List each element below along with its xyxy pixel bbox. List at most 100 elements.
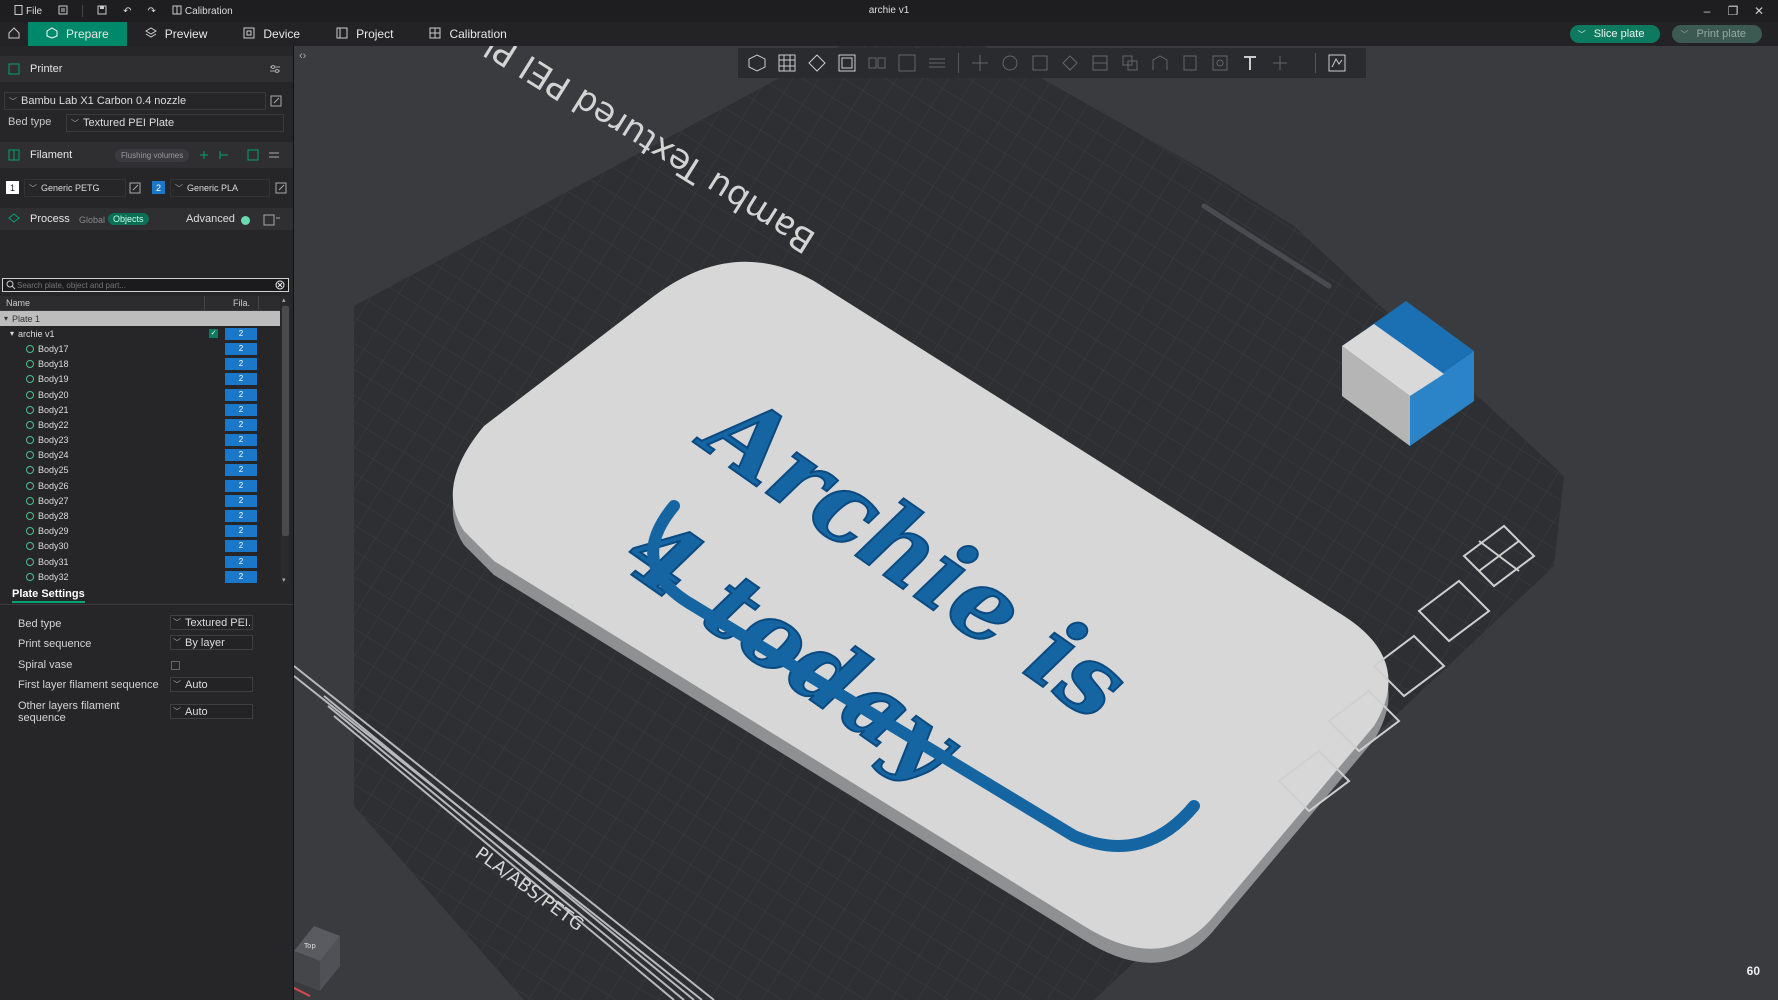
printer-select[interactable]: ﹀ Bambu Lab X1 Carbon 0.4 nozzle [4, 92, 266, 110]
tree-body-row[interactable]: Body30 2 [0, 539, 280, 554]
ps-first-layer-select[interactable]: ﹀ Auto [170, 677, 253, 692]
file-menu[interactable]: File [8, 0, 48, 22]
tab-preview[interactable]: Preview [127, 22, 226, 46]
scene-canvas[interactable]: Bambu Textured PEI Plate PLA/ABS/PETG Ar… [294, 46, 1778, 1000]
scroll-thumb[interactable] [282, 306, 289, 536]
plate-settings-tab[interactable]: Plate Settings [0, 587, 293, 605]
body-filament-chip[interactable]: 2 [225, 388, 257, 401]
chevron-down-icon[interactable]: ﹀ [1578, 29, 1586, 40]
process-global-tab[interactable]: Global [79, 215, 105, 225]
body-filament-chip[interactable]: 2 [225, 342, 257, 355]
redo-button[interactable]: ↷ [142, 0, 162, 22]
auto-orient-icon[interactable] [804, 52, 830, 74]
edit-printer-icon[interactable] [270, 95, 282, 107]
clear-search-icon[interactable] [275, 280, 285, 293]
collapse-arrow-icon[interactable]: ▾ [4, 314, 8, 323]
body-filament-chip[interactable]: 2 [225, 434, 257, 447]
scroll-down-icon[interactable]: ▾ [282, 576, 286, 584]
edit-filament-1-icon[interactable] [129, 182, 141, 194]
move-icon[interactable] [967, 52, 993, 74]
undo-button[interactable]: ↶ [117, 0, 137, 22]
tree-body-row[interactable]: Body25 2 [0, 463, 280, 478]
home-button[interactable] [0, 22, 28, 46]
checkbox-icon[interactable]: ✓ [209, 329, 218, 339]
printer-settings-icon[interactable] [269, 63, 281, 78]
calibration-menu[interactable]: Calibration [166, 0, 239, 22]
edit-filament-2-icon[interactable] [275, 182, 287, 194]
bed-type-select[interactable]: ﹀ Textured PEI Plate [66, 114, 284, 132]
menu-button[interactable] [52, 0, 74, 22]
tree-body-row[interactable]: Body22 2 [0, 417, 280, 432]
object-filament-chip[interactable]: 2 [225, 327, 257, 340]
lay-on-face-icon[interactable] [1057, 52, 1083, 74]
support-paint-icon[interactable] [1147, 52, 1173, 74]
grid-icon[interactable] [774, 52, 800, 74]
flushing-volumes-button[interactable]: Flushing volumes [115, 149, 190, 162]
body-filament-chip[interactable]: 2 [225, 510, 257, 523]
body-filament-chip[interactable]: 2 [225, 358, 257, 371]
scroll-up-icon[interactable]: ▴ [282, 296, 286, 304]
col-fila-header[interactable]: Fila. [233, 298, 250, 308]
tree-body-row[interactable]: Body19 2 [0, 372, 280, 387]
remove-filament-icon[interactable] [218, 149, 230, 161]
tab-prepare[interactable]: Prepare [28, 22, 127, 46]
tree-body-row[interactable]: Body26 2 [0, 478, 280, 493]
color-paint-icon[interactable] [1207, 52, 1233, 74]
text-tool-icon[interactable] [1237, 52, 1263, 74]
body-filament-chip[interactable]: 2 [225, 525, 257, 538]
tree-body-row[interactable]: Body21 2 [0, 402, 280, 417]
cut-icon[interactable] [1087, 52, 1113, 74]
search-input[interactable] [3, 279, 269, 291]
add-object-icon[interactable] [744, 52, 770, 74]
mesh-boolean-icon[interactable] [1117, 52, 1143, 74]
tree-body-row[interactable]: Body29 2 [0, 524, 280, 539]
tree-body-row[interactable]: Body28 2 [0, 508, 280, 523]
body-filament-chip[interactable]: 2 [225, 403, 257, 416]
measure-icon[interactable] [1267, 52, 1293, 74]
body-filament-chip[interactable]: 2 [225, 540, 257, 553]
ps-bed-type-select[interactable]: ﹀ Textured PEI... [170, 615, 253, 630]
filament-slot-2-select[interactable]: ﹀ Generic PLA [170, 179, 270, 197]
sync-filament-icon[interactable] [247, 149, 259, 161]
tree-body-row[interactable]: Body18 2 [0, 357, 280, 372]
tree-body-row[interactable]: Body24 2 [0, 448, 280, 463]
tab-device[interactable]: Device [225, 22, 318, 46]
body-filament-chip[interactable]: 2 [225, 494, 257, 507]
minimize-icon[interactable]: – [1694, 4, 1720, 18]
close-icon[interactable]: ✕ [1746, 4, 1772, 18]
tree-body-row[interactable]: Body17 2 [0, 341, 280, 356]
rotate-icon[interactable] [997, 52, 1023, 74]
body-filament-chip[interactable]: 2 [225, 555, 257, 568]
chevron-down-icon[interactable]: ﹀ [1680, 29, 1688, 40]
body-filament-chip[interactable]: 2 [225, 464, 257, 477]
body-filament-chip[interactable]: 2 [225, 570, 257, 583]
tree-plate-row[interactable]: ▾ Plate 1 [0, 311, 280, 327]
tree-scrollbar[interactable]: ▴ ▾ [281, 296, 290, 584]
seam-paint-icon[interactable] [1177, 52, 1203, 74]
col-name-header[interactable]: Name [6, 298, 30, 308]
body-filament-chip[interactable]: 2 [225, 449, 257, 462]
tree-body-row[interactable]: Body31 2 [0, 554, 280, 569]
filament-settings-icon[interactable] [268, 149, 280, 161]
tree-body-row[interactable]: Body27 2 [0, 493, 280, 508]
filament-slot-1-select[interactable]: ﹀ Generic PETG [24, 179, 126, 197]
process-compare-icon[interactable] [263, 214, 280, 226]
spiral-vase-checkbox[interactable] [171, 661, 180, 670]
layers-edit-icon[interactable] [924, 52, 950, 74]
slice-plate-button[interactable]: ﹀ Slice plate [1569, 25, 1661, 43]
tree-object-row[interactable]: ▾ archie v1 ✓ 2 [0, 326, 280, 341]
arrange-icon[interactable] [834, 52, 860, 74]
view-cube[interactable]: Top [294, 926, 340, 997]
tree-body-row[interactable]: Body32 2 [0, 569, 280, 584]
3d-viewport[interactable]: Bambu Textured PEI Plate PLA/ABS/PETG Ar… [294, 46, 1778, 1000]
restore-icon[interactable]: ❐ [1720, 4, 1746, 18]
ps-other-layers-select[interactable]: ﹀ Auto [170, 704, 253, 719]
add-filament-icon[interactable] [198, 149, 210, 161]
save-button[interactable] [91, 0, 113, 22]
tab-project[interactable]: Project [318, 22, 411, 46]
body-filament-chip[interactable]: 2 [225, 373, 257, 386]
process-objects-tab[interactable]: Objects [108, 213, 149, 225]
tree-body-row[interactable]: Body20 2 [0, 387, 280, 402]
body-filament-chip[interactable]: 2 [225, 479, 257, 492]
tab-calibration[interactable]: Calibration [411, 22, 524, 46]
